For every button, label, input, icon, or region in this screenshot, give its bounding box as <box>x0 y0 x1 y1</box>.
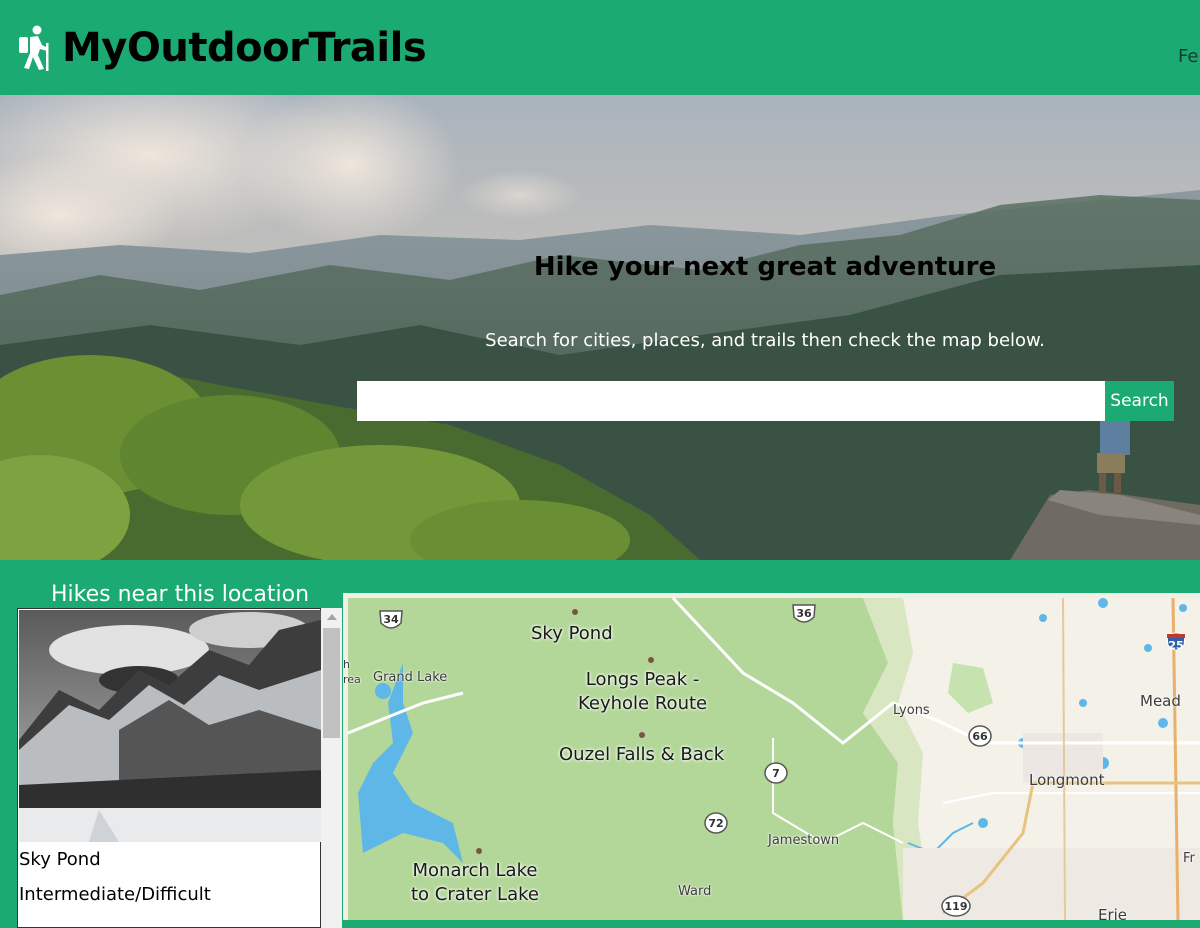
route-shield-label: 72 <box>708 817 724 830</box>
scroll-thumb[interactable] <box>323 628 340 738</box>
map-trail-label[interactable]: Monarch Lake to Crater Lake <box>411 859 539 907</box>
hike-list[interactable]: Sky Pond Intermediate/Difficult <box>17 608 342 928</box>
route-shield-label: 66 <box>972 730 988 743</box>
hero-banner: Hike your next great adventure Search fo… <box>0 95 1200 560</box>
hike-name[interactable]: Sky Pond <box>19 848 101 872</box>
map-trail-label[interactable]: Ouzel Falls & Back <box>559 743 724 767</box>
map-town-label: Erie <box>1098 906 1128 920</box>
map-town-label: Jamestown <box>768 833 840 848</box>
hiker-icon[interactable] <box>16 25 52 71</box>
hero-subtitle: Search for cities, places, and trails th… <box>485 330 1045 351</box>
map-town-label: Mead <box>1140 692 1181 710</box>
route-shield-label: 7 <box>772 767 780 780</box>
map-town-label: Lyons <box>893 703 930 718</box>
trail-map[interactable]: Sky Pond Longs Peak - Keyhole Route Ouze… <box>343 593 1200 920</box>
hero-background-image <box>0 95 1200 560</box>
search-input[interactable] <box>357 381 1105 421</box>
route-shield-label: 25 <box>1168 639 1184 652</box>
map-town-label: Fr <box>1183 851 1195 866</box>
map-trail-label[interactable]: Sky Pond <box>531 622 613 646</box>
map-town-label: rea <box>343 673 361 686</box>
hike-card[interactable]: Sky Pond Intermediate/Difficult <box>17 608 321 928</box>
hero-title: Hike your next great adventure <box>533 252 997 282</box>
route-shield-label: 36 <box>796 607 812 620</box>
scroll-up-arrow-icon[interactable] <box>327 614 337 620</box>
hike-difficulty: Intermediate/Difficult <box>19 884 211 905</box>
route-shield-label: 34 <box>383 613 399 626</box>
hike-photo[interactable] <box>19 610 321 842</box>
map-town-label: h <box>343 658 350 671</box>
map-town-label: Longmont <box>1029 771 1105 789</box>
hike-list-scrollbar[interactable] <box>321 608 342 928</box>
site-header: MyOutdoorTrails Fe <box>0 0 1200 95</box>
brand-title[interactable]: MyOutdoorTrails <box>62 22 427 74</box>
hikes-heading: Hikes near this location <box>50 582 310 607</box>
map-trail-label[interactable]: Longs Peak - Keyhole Route <box>578 668 707 716</box>
nav-item-features[interactable]: Fe <box>1178 45 1198 69</box>
route-shield-label: 119 <box>944 900 968 913</box>
search-button[interactable]: Search <box>1105 381 1174 421</box>
map-town-label: Grand Lake <box>373 670 448 685</box>
map-town-label: Ward <box>678 884 712 899</box>
